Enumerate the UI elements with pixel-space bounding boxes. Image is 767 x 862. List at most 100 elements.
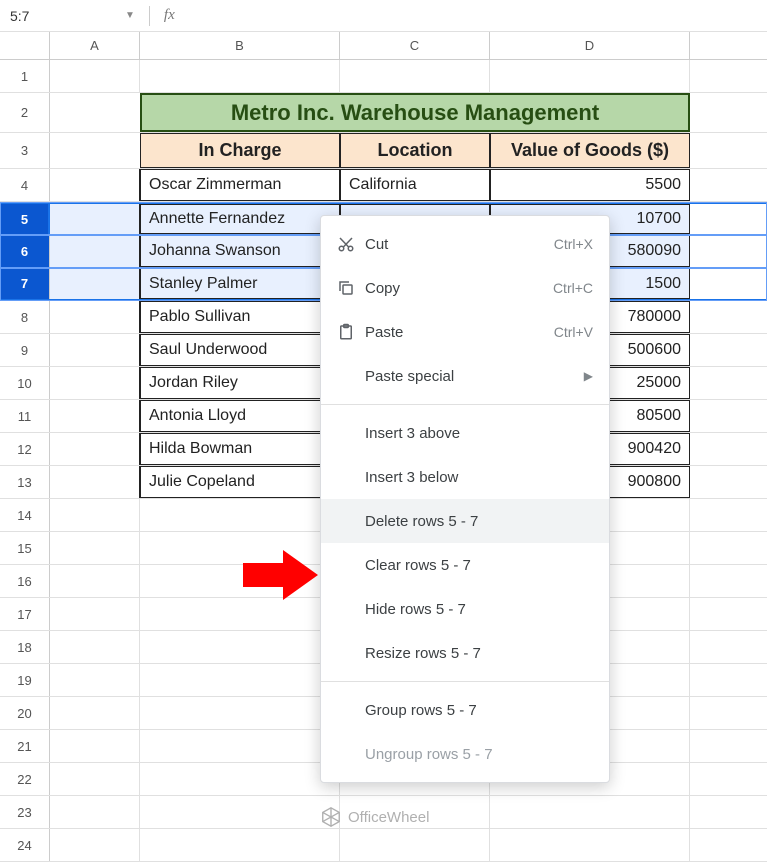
- cell-b22[interactable]: [140, 763, 340, 795]
- menu-resize-rows[interactable]: Resize rows 5 - 7: [321, 631, 609, 675]
- cell-a14[interactable]: [50, 499, 140, 531]
- row-header-16[interactable]: 16: [0, 565, 50, 597]
- cell-a9[interactable]: [50, 334, 140, 366]
- menu-delete-rows[interactable]: Delete rows 5 - 7: [321, 499, 609, 543]
- cell-d23[interactable]: [490, 796, 690, 828]
- header-value-goods[interactable]: Value of Goods ($): [490, 133, 690, 168]
- cell-a10[interactable]: [50, 367, 140, 399]
- cell-a18[interactable]: [50, 631, 140, 663]
- menu-copy[interactable]: Copy Ctrl+C: [321, 266, 609, 310]
- cell-b6[interactable]: Johanna Swanson: [140, 235, 340, 267]
- col-header-a[interactable]: A: [50, 32, 140, 59]
- cell-b19[interactable]: [140, 664, 340, 696]
- cell-a22[interactable]: [50, 763, 140, 795]
- cell-b8[interactable]: Pablo Sullivan: [140, 301, 340, 333]
- menu-insert-below[interactable]: Insert 3 below: [321, 455, 609, 499]
- cell-b11[interactable]: Antonia Lloyd: [140, 400, 340, 432]
- cell-a7[interactable]: [50, 268, 140, 299]
- cell-b21[interactable]: [140, 730, 340, 762]
- name-box-dropdown-icon[interactable]: ▼: [125, 10, 143, 21]
- row-header-21[interactable]: 21: [0, 730, 50, 762]
- menu-paste[interactable]: Paste Ctrl+V: [321, 310, 609, 354]
- row-header-20[interactable]: 20: [0, 697, 50, 729]
- menu-ungroup-rows[interactable]: Ungroup rows 5 - 7: [321, 732, 609, 776]
- row-header-18[interactable]: 18: [0, 631, 50, 663]
- row-header-13[interactable]: 13: [0, 466, 50, 498]
- menu-cut[interactable]: Cut Ctrl+X: [321, 222, 609, 266]
- row-header-8[interactable]: 8: [0, 301, 50, 333]
- cell-b7[interactable]: Stanley Palmer: [140, 268, 340, 299]
- cell-b24[interactable]: [140, 829, 340, 861]
- cell-d24[interactable]: [490, 829, 690, 861]
- cell-a17[interactable]: [50, 598, 140, 630]
- cell-b23[interactable]: [140, 796, 340, 828]
- row-header-4[interactable]: 4: [0, 169, 50, 201]
- cell-a11[interactable]: [50, 400, 140, 432]
- select-all-corner[interactable]: [0, 32, 50, 59]
- menu-paste-special[interactable]: Paste special ▶: [321, 354, 609, 398]
- row-header-1[interactable]: 1: [0, 60, 50, 92]
- cell-a2[interactable]: [50, 93, 140, 132]
- cell-a6[interactable]: [50, 235, 140, 267]
- row-header-7[interactable]: 7: [0, 268, 50, 299]
- cell-b5[interactable]: Annette Fernandez: [140, 204, 340, 234]
- row-header-17[interactable]: 17: [0, 598, 50, 630]
- cell-b10[interactable]: Jordan Riley: [140, 367, 340, 399]
- title-cell[interactable]: Metro Inc. Warehouse Management: [140, 93, 690, 132]
- row-header-12[interactable]: 12: [0, 433, 50, 465]
- cell-a5[interactable]: [48, 204, 140, 234]
- row-header-9[interactable]: 9: [0, 334, 50, 366]
- formula-input[interactable]: [183, 0, 767, 31]
- row-header-3[interactable]: 3: [0, 133, 50, 168]
- name-box[interactable]: 5:7: [0, 0, 125, 31]
- cell-a19[interactable]: [50, 664, 140, 696]
- header-in-charge[interactable]: In Charge: [140, 133, 340, 168]
- col-header-d[interactable]: D: [490, 32, 690, 59]
- cell-c1[interactable]: [340, 60, 490, 92]
- row-header-19[interactable]: 19: [0, 664, 50, 696]
- cell-a13[interactable]: [50, 466, 140, 498]
- row-header-11[interactable]: 11: [0, 400, 50, 432]
- menu-insert-above[interactable]: Insert 3 above: [321, 411, 609, 455]
- cell-c4[interactable]: California: [340, 169, 490, 201]
- menu-clear-rows[interactable]: Clear rows 5 - 7: [321, 543, 609, 587]
- cell-a4[interactable]: [50, 169, 140, 201]
- cell-b14[interactable]: [140, 499, 340, 531]
- row-header-14[interactable]: 14: [0, 499, 50, 531]
- cell-a8[interactable]: [50, 301, 140, 333]
- row-header-6[interactable]: 6: [0, 235, 50, 267]
- cell-b13[interactable]: Julie Copeland: [140, 466, 340, 498]
- row-header-23[interactable]: 23: [0, 796, 50, 828]
- cell-c24[interactable]: [340, 829, 490, 861]
- col-header-c[interactable]: C: [340, 32, 490, 59]
- cell-a15[interactable]: [50, 532, 140, 564]
- row-header-15[interactable]: 15: [0, 532, 50, 564]
- cell-a21[interactable]: [50, 730, 140, 762]
- menu-hide-rows[interactable]: Hide rows 5 - 7: [321, 587, 609, 631]
- cell-a1[interactable]: [50, 60, 140, 92]
- row-header-24[interactable]: 24: [0, 829, 50, 861]
- fx-label: fx: [156, 7, 183, 24]
- cell-b4[interactable]: Oscar Zimmerman: [140, 169, 340, 201]
- cell-a16[interactable]: [50, 565, 140, 597]
- cell-a24[interactable]: [50, 829, 140, 861]
- col-header-b[interactable]: B: [140, 32, 340, 59]
- cell-b1[interactable]: [140, 60, 340, 92]
- row-header-22[interactable]: 22: [0, 763, 50, 795]
- cell-b12[interactable]: Hilda Bowman: [140, 433, 340, 465]
- row-header-2[interactable]: 2: [0, 93, 50, 132]
- cell-a20[interactable]: [50, 697, 140, 729]
- cell-d1[interactable]: [490, 60, 690, 92]
- menu-paste-shortcut: Ctrl+V: [554, 324, 593, 340]
- cell-a23[interactable]: [50, 796, 140, 828]
- cell-b9[interactable]: Saul Underwood: [140, 334, 340, 366]
- cell-a3[interactable]: [50, 133, 140, 168]
- menu-group-rows[interactable]: Group rows 5 - 7: [321, 688, 609, 732]
- row-header-5[interactable]: 5: [0, 204, 50, 234]
- cell-a12[interactable]: [50, 433, 140, 465]
- cell-b20[interactable]: [140, 697, 340, 729]
- header-location[interactable]: Location: [340, 133, 490, 168]
- row-header-10[interactable]: 10: [0, 367, 50, 399]
- cell-b18[interactable]: [140, 631, 340, 663]
- cell-d4[interactable]: 5500: [490, 169, 690, 201]
